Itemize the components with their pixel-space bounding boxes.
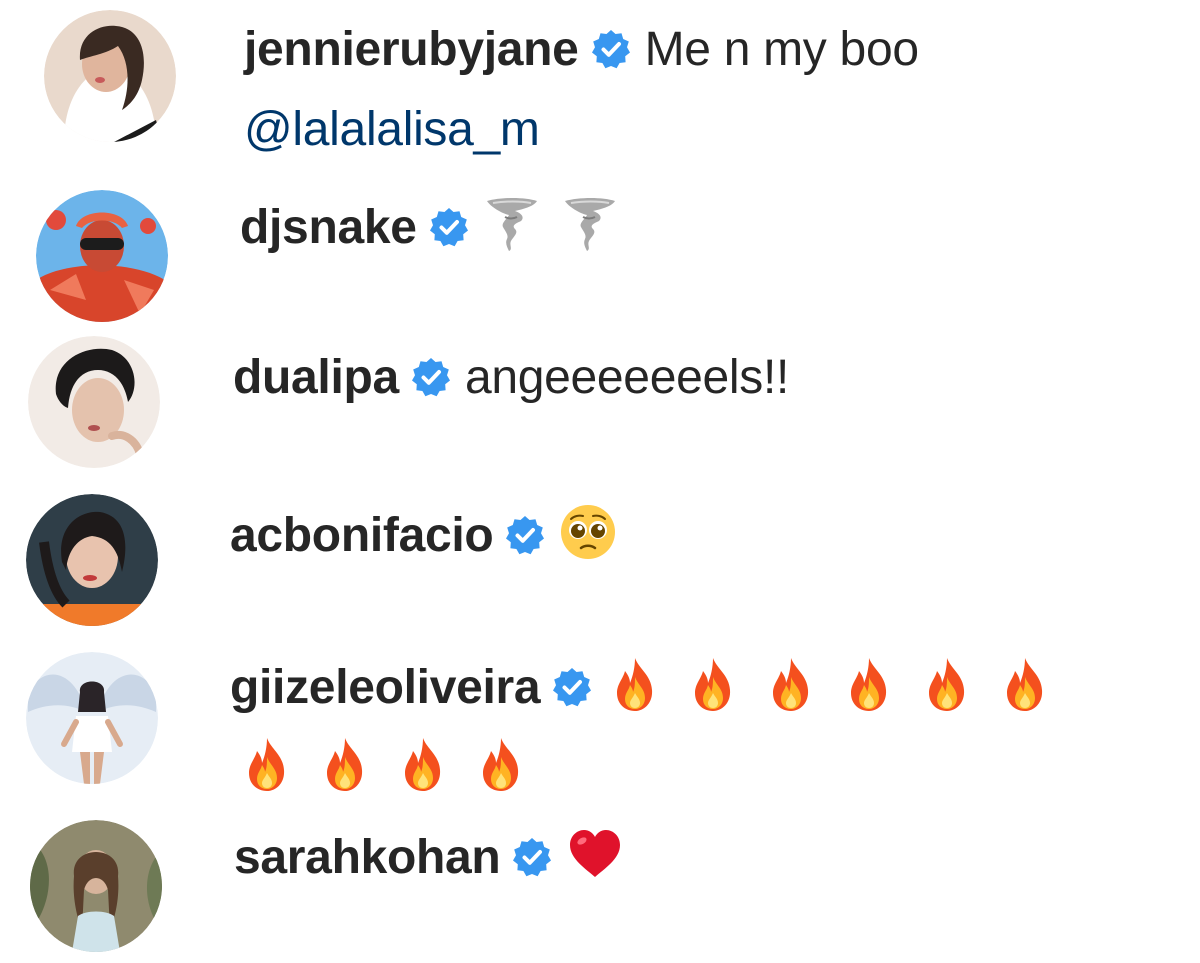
verified-badge-icon: [411, 357, 451, 397]
tornado-emoji: [483, 195, 541, 253]
fire-emoji: [918, 655, 976, 713]
fire-emoji: [996, 655, 1054, 713]
comment-body: sarahkohan: [234, 818, 644, 898]
mention-link[interactable]: @lalalalisa_m: [244, 103, 540, 156]
comment-username[interactable]: sarahkohan: [234, 831, 501, 884]
comment-username[interactable]: jennierubyjane: [244, 23, 579, 76]
fire-emoji: [684, 655, 742, 713]
verified-badge-icon: [505, 515, 545, 555]
fire-emoji: [840, 655, 898, 713]
fire-emoji: [472, 735, 530, 793]
comment-text: angeeeeeeels!!: [464, 351, 790, 404]
comment-text: Me n my boo: [644, 23, 919, 76]
comment-body: dualipa angeeeeeeels!!: [233, 338, 789, 418]
fire-emoji: [316, 735, 374, 793]
fire-emoji: [762, 655, 820, 713]
verified-badge-icon: [591, 29, 631, 69]
comment-username[interactable]: djsnake: [240, 201, 417, 254]
comment-body: acbonifacio: [230, 496, 637, 576]
fire-emoji: [606, 655, 664, 713]
avatar[interactable]: [26, 652, 158, 784]
comment-username[interactable]: dualipa: [233, 351, 399, 404]
red-heart-emoji: [566, 825, 624, 883]
avatar[interactable]: [44, 10, 176, 142]
avatar[interactable]: [28, 336, 160, 468]
comment-username[interactable]: giizeleoliveira: [230, 661, 541, 714]
verified-badge-icon: [512, 837, 552, 877]
avatar[interactable]: [26, 494, 158, 626]
pleading-face-emoji: [559, 503, 617, 561]
avatar[interactable]: [36, 190, 168, 322]
comment-body: giizeleoliveira: [230, 648, 1074, 808]
fire-emoji: [394, 735, 452, 793]
verified-badge-icon: [552, 667, 592, 707]
fire-emoji: [238, 735, 296, 793]
comment-body: djsnake: [240, 188, 639, 268]
avatar[interactable]: [30, 820, 162, 952]
comment-username[interactable]: acbonifacio: [230, 509, 494, 562]
comment-body: jennierubyjane Me n my boo @lalalalisa_m: [244, 10, 919, 170]
tornado-emoji: [561, 195, 619, 253]
verified-badge-icon: [429, 207, 469, 247]
